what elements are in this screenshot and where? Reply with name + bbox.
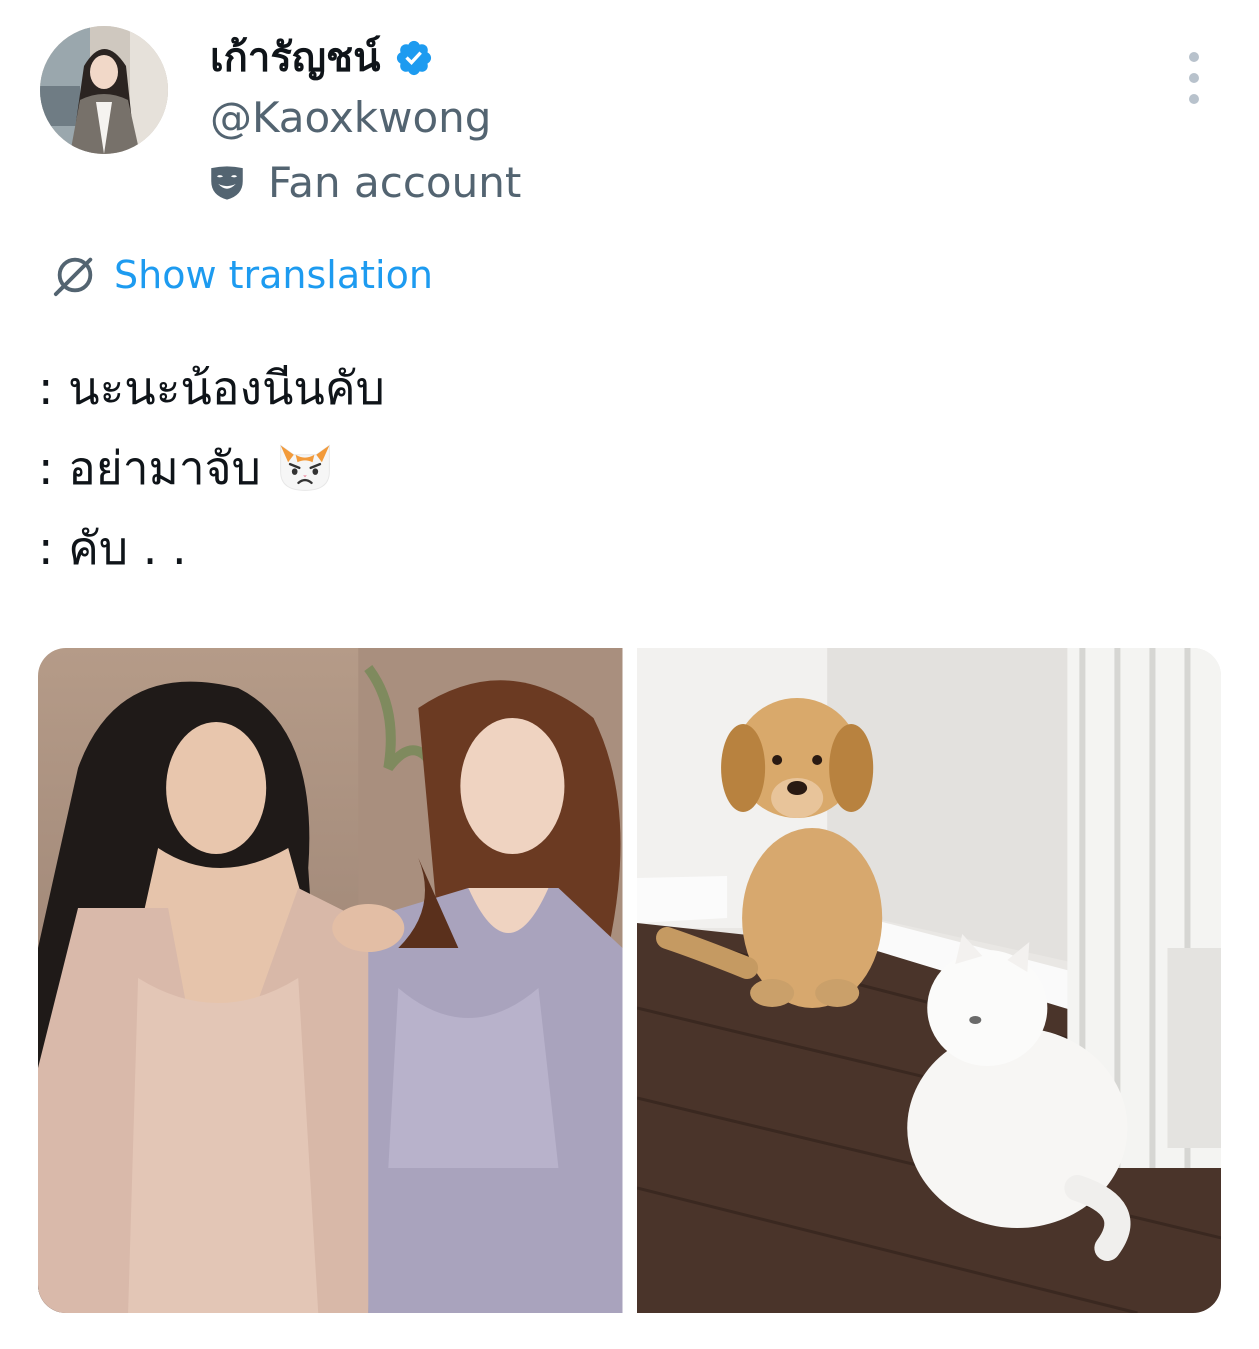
tweet-line: : นะนะน้องนีนคับ <box>38 348 385 428</box>
translate-globe-icon <box>53 257 93 297</box>
affiliation-row: Fan account <box>206 155 521 211</box>
photo-puppy-and-cat <box>636 648 1221 1313</box>
tweet-line: : คับ . . <box>38 508 385 588</box>
more-dot-icon <box>1189 94 1199 104</box>
tweet-text: : นะนะน้องนีนคับ : อย่ามาจับ : คับ . . <box>38 348 385 588</box>
affiliation-label: Fan account <box>268 158 522 207</box>
tweet-line-text: : อย่ามาจับ <box>38 441 261 495</box>
photo-two-women <box>38 648 623 1313</box>
media-photo[interactable] <box>636 648 1221 1313</box>
pouting-cat-emoji-icon <box>280 443 330 491</box>
verified-badge-icon <box>397 40 432 76</box>
tweet-line-text: : นะนะน้องนีนคับ <box>38 361 385 415</box>
show-translation-link[interactable]: Show translation <box>52 248 433 302</box>
theater-mask-icon <box>211 166 243 200</box>
more-dot-icon <box>1189 52 1199 62</box>
author-handle[interactable]: @Kaoxkwong <box>210 90 491 146</box>
display-name[interactable]: เก้ารัญชน์ <box>210 30 380 86</box>
author-name-row[interactable]: เก้ารัญชน์ <box>210 30 434 86</box>
tweet-line-text: : คับ . . <box>38 521 187 575</box>
tweet-line: : อย่ามาจับ <box>38 428 385 508</box>
more-options-button[interactable] <box>1172 52 1216 104</box>
show-translation-label[interactable]: Show translation <box>114 248 433 302</box>
more-dot-icon <box>1189 73 1199 83</box>
avatar-photo <box>40 26 168 154</box>
media-photo[interactable] <box>38 648 623 1313</box>
avatar[interactable] <box>40 26 168 154</box>
tweet-media <box>38 648 1221 1313</box>
